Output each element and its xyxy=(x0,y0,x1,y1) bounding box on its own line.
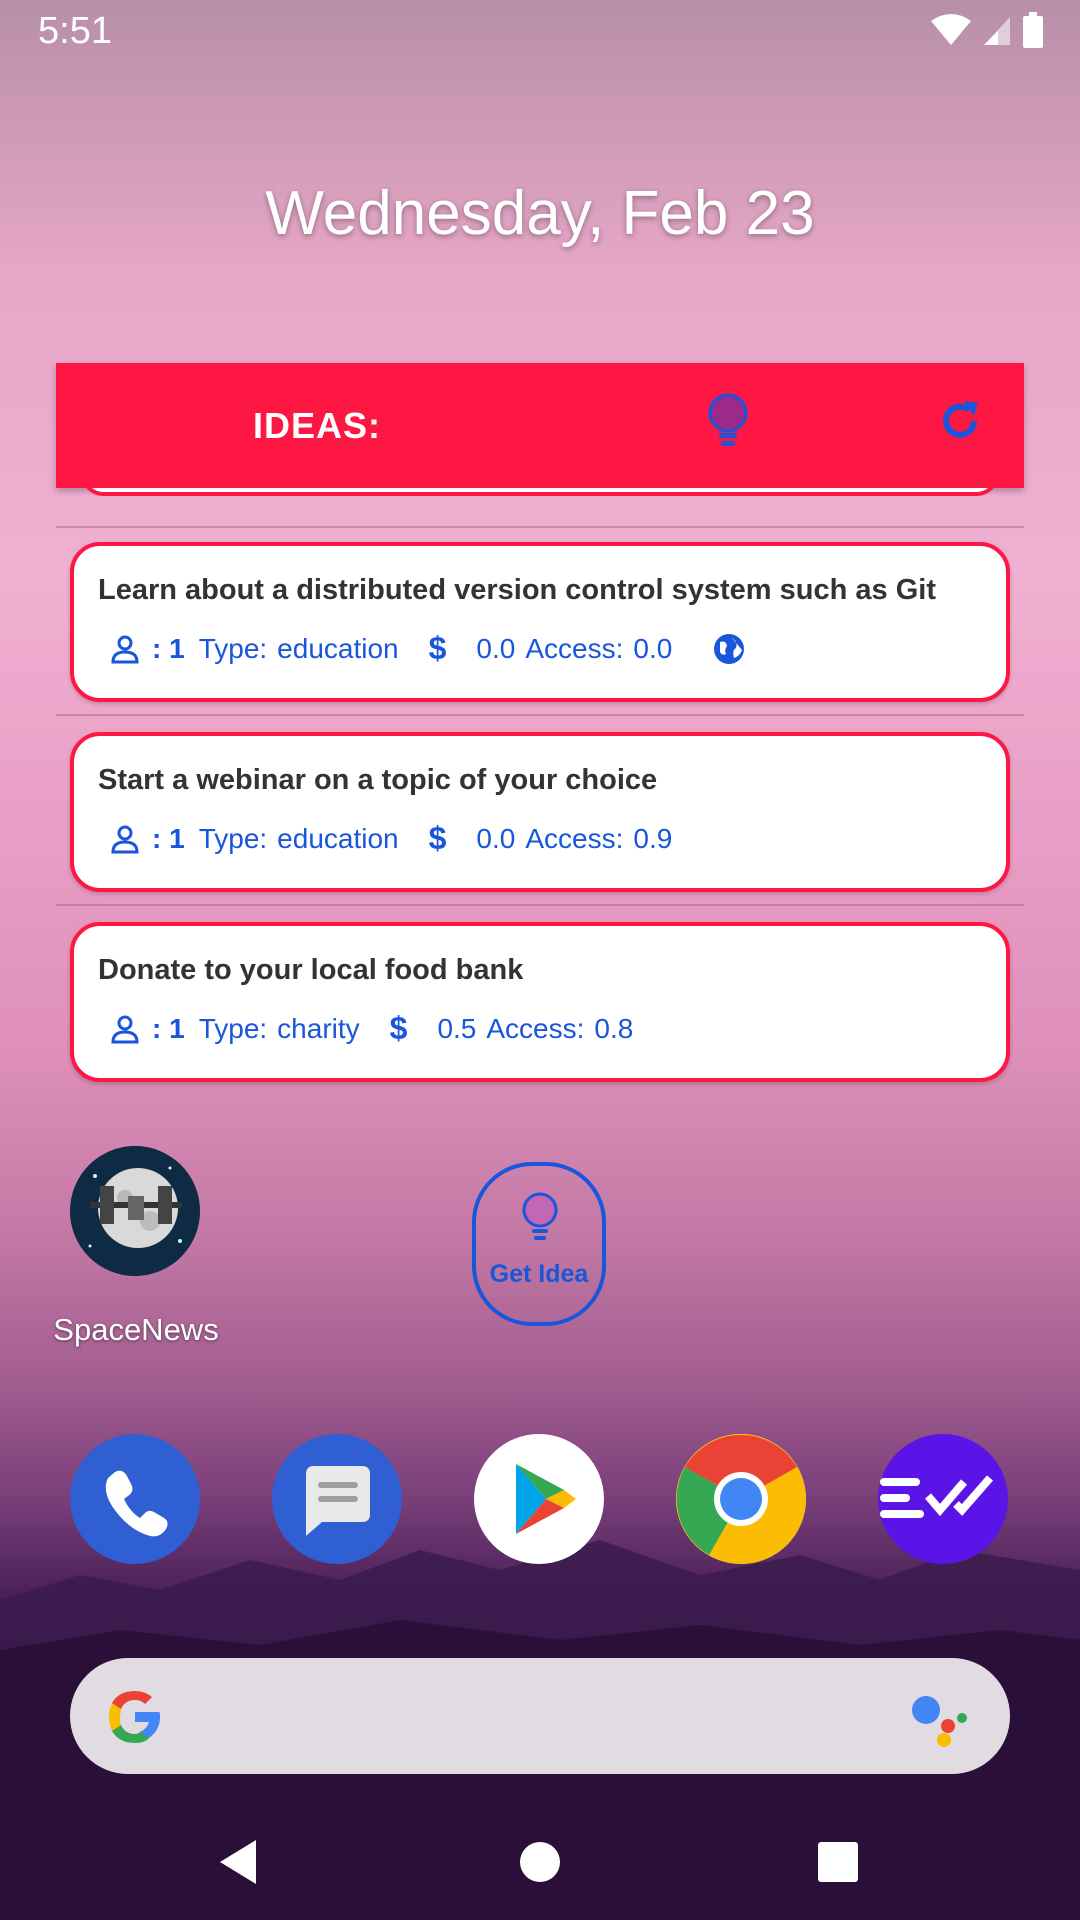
idea-price: 0.5 xyxy=(437,1012,477,1044)
idea-type: charity xyxy=(277,1012,360,1044)
battery-icon xyxy=(1023,12,1043,48)
date-widget[interactable]: Wednesday, Feb 23 xyxy=(0,178,1080,249)
refresh-icon[interactable] xyxy=(936,397,984,445)
idea-type-label: Type: xyxy=(198,822,268,854)
cell-signal-icon xyxy=(984,17,1010,45)
spacenews-app-label[interactable]: SpaceNews xyxy=(36,1312,236,1348)
play-store-icon[interactable] xyxy=(474,1434,604,1564)
idea-price: 0.0 xyxy=(476,632,516,664)
idea-card[interactable]: Start a webinar on a topic of your choic… xyxy=(70,732,1010,892)
dollar-icon: $ xyxy=(389,1010,408,1046)
bulb-icon[interactable] xyxy=(706,393,750,449)
get-idea-label: Get Idea xyxy=(489,1260,589,1288)
idea-accessibility: 0.8 xyxy=(594,1012,634,1044)
idea-type: education xyxy=(277,822,399,854)
divider xyxy=(56,904,1024,906)
recents-icon[interactable] xyxy=(816,1840,860,1884)
dollar-icon: $ xyxy=(428,630,447,666)
home-icon[interactable] xyxy=(518,1840,562,1884)
idea-accessibility: 0.9 xyxy=(633,822,673,854)
globe-icon[interactable] xyxy=(712,632,746,666)
status-bar: 5:51 xyxy=(0,0,1080,64)
ideas-list[interactable]: Learn about a distributed version contro… xyxy=(56,488,1024,1088)
person-icon xyxy=(111,1015,139,1043)
idea-access-label: Access: xyxy=(525,632,624,664)
navigation-bar xyxy=(0,1820,1080,1920)
person-icon xyxy=(111,825,139,853)
idea-participants: : 1 xyxy=(152,632,185,664)
idea-access-label: Access: xyxy=(525,822,624,854)
person-icon xyxy=(111,635,139,663)
ideas-widget-header: IDEAS: xyxy=(56,363,1024,488)
spacenews-app-icon[interactable] xyxy=(70,1146,200,1276)
idea-access-label: Access: xyxy=(486,1012,585,1044)
widget-title: IDEAS: xyxy=(253,405,382,446)
status-time: 5:51 xyxy=(38,10,112,52)
google-logo-icon xyxy=(109,1691,160,1743)
idea-accessibility: 0.0 xyxy=(633,632,673,664)
phone-icon[interactable] xyxy=(70,1434,200,1564)
idea-card[interactable]: Donate to your local food bank : 1 Type:… xyxy=(70,922,1010,1082)
divider xyxy=(56,714,1024,716)
get-idea-button[interactable]: Get Idea xyxy=(472,1162,606,1326)
chrome-icon[interactable] xyxy=(676,1434,806,1564)
idea-price: 0.0 xyxy=(476,822,516,854)
idea-type-label: Type: xyxy=(198,632,268,664)
space-station-icon xyxy=(70,1146,200,1276)
idea-participants: : 1 xyxy=(152,822,185,854)
google-search-bar[interactable] xyxy=(70,1658,1010,1774)
idea-activity: Donate to your local food bank xyxy=(98,954,524,986)
idea-type: education xyxy=(277,632,399,664)
idea-card-partial xyxy=(80,488,1000,496)
messages-icon[interactable] xyxy=(272,1434,402,1564)
dollar-icon: $ xyxy=(428,820,447,856)
tasks-app-icon[interactable] xyxy=(878,1434,1008,1564)
back-icon[interactable] xyxy=(216,1838,260,1886)
idea-activity: Learn about a distributed version contro… xyxy=(98,574,936,606)
idea-card[interactable]: Learn about a distributed version contro… xyxy=(70,542,1010,702)
divider xyxy=(56,526,1024,528)
bulb-icon xyxy=(522,1192,558,1240)
google-assistant-icon[interactable] xyxy=(910,1692,970,1748)
wifi-icon xyxy=(931,14,971,45)
idea-participants: : 1 xyxy=(152,1012,185,1044)
idea-activity: Start a webinar on a topic of your choic… xyxy=(98,764,658,796)
idea-type-label: Type: xyxy=(198,1012,268,1044)
